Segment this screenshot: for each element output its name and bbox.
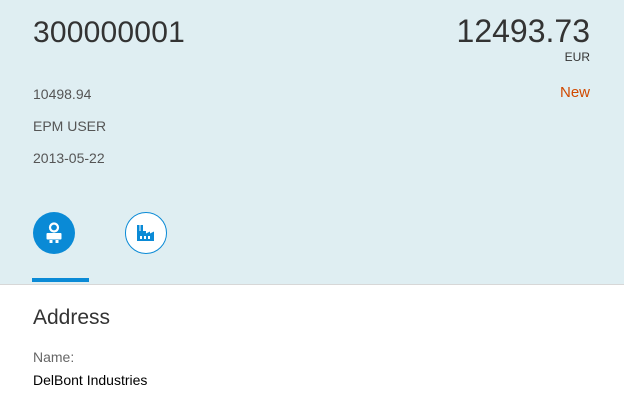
object-header: 300000001 12493.73 EUR 10498.94 EPM USER…	[0, 0, 624, 284]
object-number: 300000001	[33, 16, 185, 49]
attribute-net-amount: 10498.94	[33, 86, 92, 102]
attribute-date: 2013-05-22	[33, 150, 105, 166]
status-badge: New	[559, 84, 590, 101]
attribute-created-by: EPM USER	[33, 118, 107, 134]
tab-supplier[interactable]	[125, 212, 167, 254]
object-amount: 12493.73	[456, 13, 590, 49]
section-title: Address	[33, 306, 111, 329]
name-value: DelBont Industries	[33, 372, 148, 388]
factory-icon	[137, 225, 154, 241]
selected-tab-indicator	[32, 278, 89, 282]
tab-contact[interactable]	[33, 212, 75, 254]
person-icon	[46, 222, 62, 243]
divider	[0, 284, 624, 285]
name-label: Name:	[33, 349, 75, 365]
amount-currency: EUR	[564, 50, 590, 64]
